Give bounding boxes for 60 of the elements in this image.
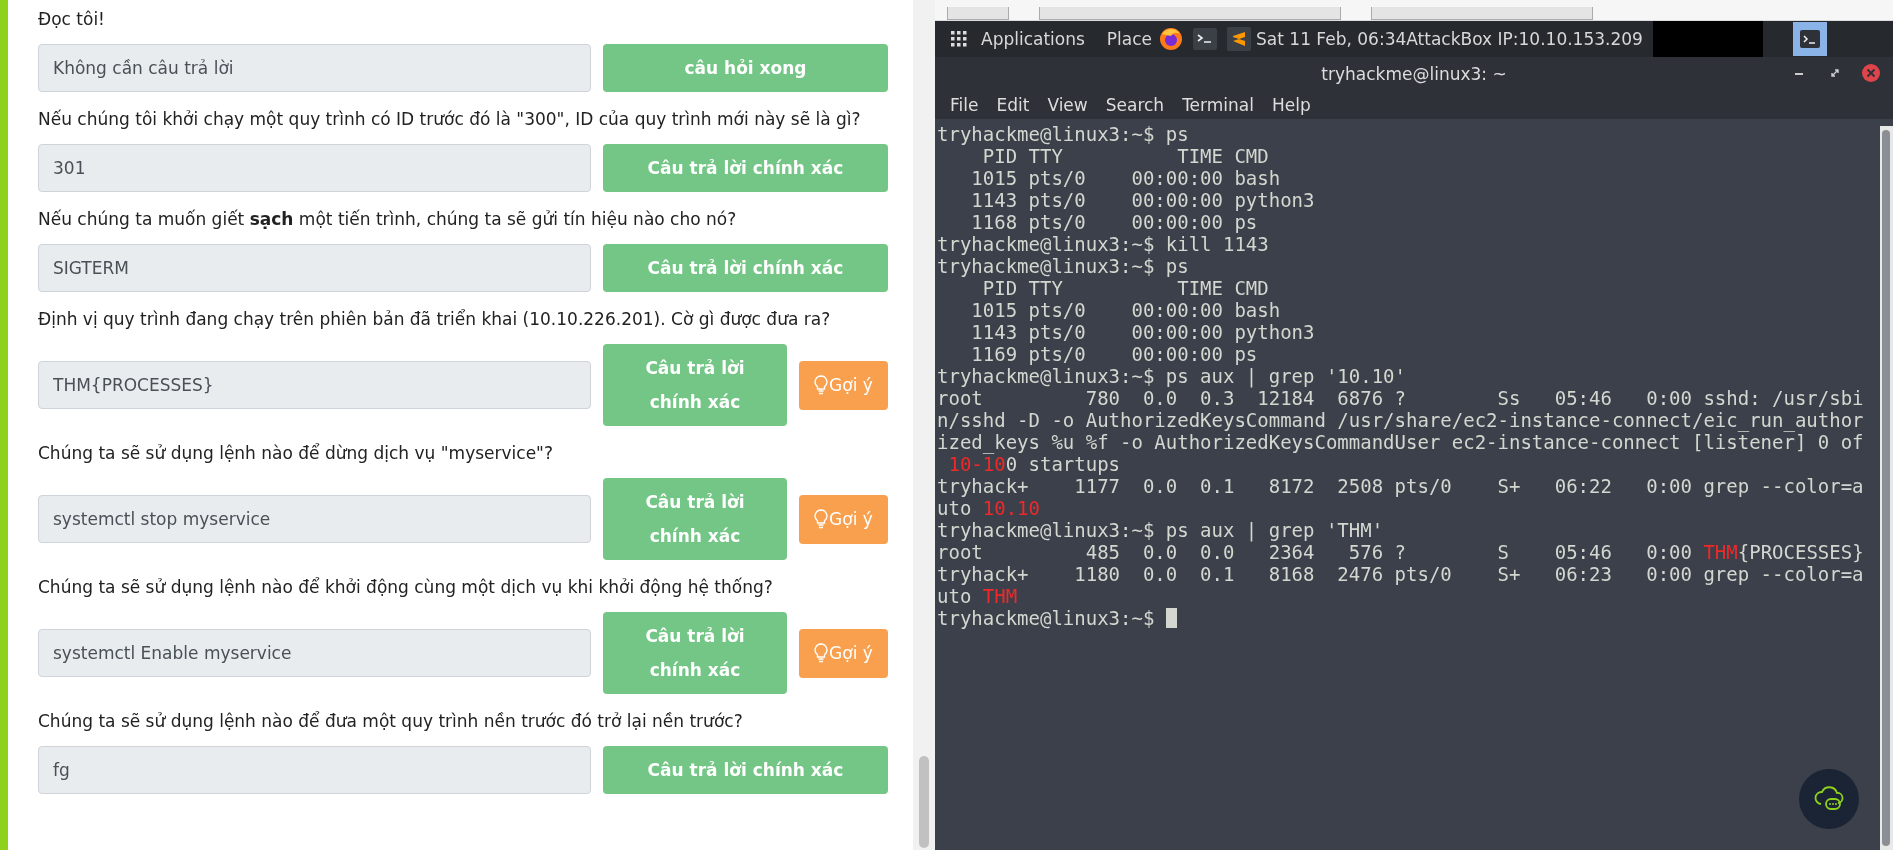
terminal-line: PID TTY TIME CMD: [981, 277, 1270, 299]
places-menu[interactable]: Place: [1106, 29, 1153, 49]
answer-field[interactable]: systemctl stop myservice: [38, 495, 591, 543]
chat-button[interactable]: [1799, 769, 1859, 829]
terminal-line: 1143 pts/0 00:00:00 python3: [970, 321, 1316, 343]
menu-item[interactable]: Terminal: [1173, 95, 1263, 115]
answer-field[interactable]: fg: [38, 746, 591, 794]
menu-item[interactable]: Edit: [987, 95, 1039, 115]
question-text: Định vị quy trình đang chạy trên phiên bản đã triển khai (10.10.226.201). Cờ gì được đưa ra?: [38, 308, 832, 330]
terminal-taskbar-button[interactable]: [1792, 22, 1827, 56]
answer-field[interactable]: SIGTERM: [38, 244, 591, 292]
question-text: Đọc tôi!: [38, 8, 106, 30]
terminal-line: tryhack+ 1180 0.0 0.1 8168 2476 pts/0 S+ 06:23 0:00 grep --color=a: [937, 563, 1865, 585]
close-icon[interactable]: [1861, 63, 1881, 83]
terminal-line: 1169 pts/0 00:00:00 ps: [970, 343, 1259, 365]
terminal-icon: [1192, 26, 1219, 52]
terminal-line: tryhack+ 1177 0.0 0.1 8172 2508 pts/0 S+ 06:22 0:00 grep --color=a: [937, 475, 1865, 497]
terminal-icon: [1798, 29, 1821, 49]
terminal-line: 10-100 startups: [948, 453, 1122, 475]
scrollbar-thumb[interactable]: [1882, 130, 1890, 846]
question-text: Chúng ta sẽ sử dụng lệnh nào để khởi động cùng một dịch vụ khi khởi động hệ thống?: [38, 576, 774, 598]
terminal-line: tryhackme@linux3:~$ kill 1143: [937, 233, 1270, 255]
answer-field[interactable]: THM{PROCESSES}: [38, 361, 591, 409]
terminal-line: tryhackme@linux3:~$ ps aux | grep 'THM': [937, 519, 1385, 541]
question-text: Nếu chúng tôi khởi chạy một quy trình có ID trước đó là "300", ID của quy trình mới này sẽ là gì?: [38, 108, 862, 130]
menu-item[interactable]: Search: [1096, 95, 1174, 115]
terminal-line: n/sshd -D -o AuthorizedKeysCommand /usr/share/ec2-instance-connect/eic_run_author: [937, 409, 1865, 431]
answer-field[interactable]: 301: [38, 144, 591, 192]
terminal-line: PID TTY TIME CMD: [981, 145, 1270, 167]
question-text: Chúng ta sẽ sử dụng lệnh nào để dừng dịch vụ "myservice"?: [38, 442, 554, 464]
text-cursor: [1165, 608, 1177, 628]
window-title: tryhackme@linux3: ~: [1321, 64, 1507, 84]
terminal-line: tryhackme@linux3:~$ ps: [937, 123, 1190, 145]
question-text: Nếu chúng ta muốn giết sạch một tiến trình, chúng ta sẽ gửi tín hiệu nào cho nó?: [38, 208, 738, 230]
browser-icon: [1158, 26, 1185, 52]
applications-menu[interactable]: Applications: [981, 29, 1085, 49]
terminal-line: uto 10.10: [937, 497, 1041, 519]
question-text: Chúng ta sẽ sử dụng lệnh nào để đưa một quy trình nền trước đó trở lại nền trước?: [38, 710, 744, 732]
menu-item[interactable]: View: [1038, 95, 1097, 115]
terminal-line: 1143 pts/0 00:00:00 python3: [970, 189, 1316, 211]
editor-icon: [1226, 26, 1253, 52]
terminal-line: root 780 0.0 0.3 12184 6876 ? Ss 05:46 0:00 sshd: /usr/sbi: [937, 387, 1865, 409]
scrollbar-thumb[interactable]: [919, 756, 929, 848]
terminal-line: root 485 0.0 0.0 2364 576 ? S 05:46 0:00 THM{PROCESSES}: [937, 541, 1865, 563]
lightbulb-icon: [814, 643, 829, 663]
answer-field[interactable]: systemctl Enable myservice: [38, 629, 591, 677]
answer-field[interactable]: Không cần câu trả lời: [38, 44, 591, 92]
menu-item[interactable]: File: [941, 95, 988, 115]
terminal-line: uto THM: [937, 585, 1019, 607]
terminal-line: tryhackme@linux3:~$ ps aux | grep '10.10': [937, 365, 1407, 387]
terminal-line: ized_keys %u %f -o AuthorizedKeysCommandUser ec2-instance-connect [listener] 0 of: [937, 431, 1865, 453]
clock-text: Sat 11 Feb, 06:34AttackBox IP:10.10.153.209: [1256, 29, 1643, 49]
terminal-line: 1015 pts/0 00:00:00 bash: [970, 167, 1282, 189]
lightbulb-icon: [814, 509, 829, 529]
terminal-line: 1015 pts/0 00:00:00 bash: [970, 299, 1282, 321]
menu-item[interactable]: Help: [1262, 95, 1320, 115]
apps-grid-icon: [951, 31, 967, 47]
lightbulb-icon: [814, 375, 829, 395]
terminal-line: 1168 pts/0 00:00:00 ps: [970, 211, 1259, 233]
terminal-line: tryhackme@linux3:~$ ps: [937, 255, 1190, 277]
